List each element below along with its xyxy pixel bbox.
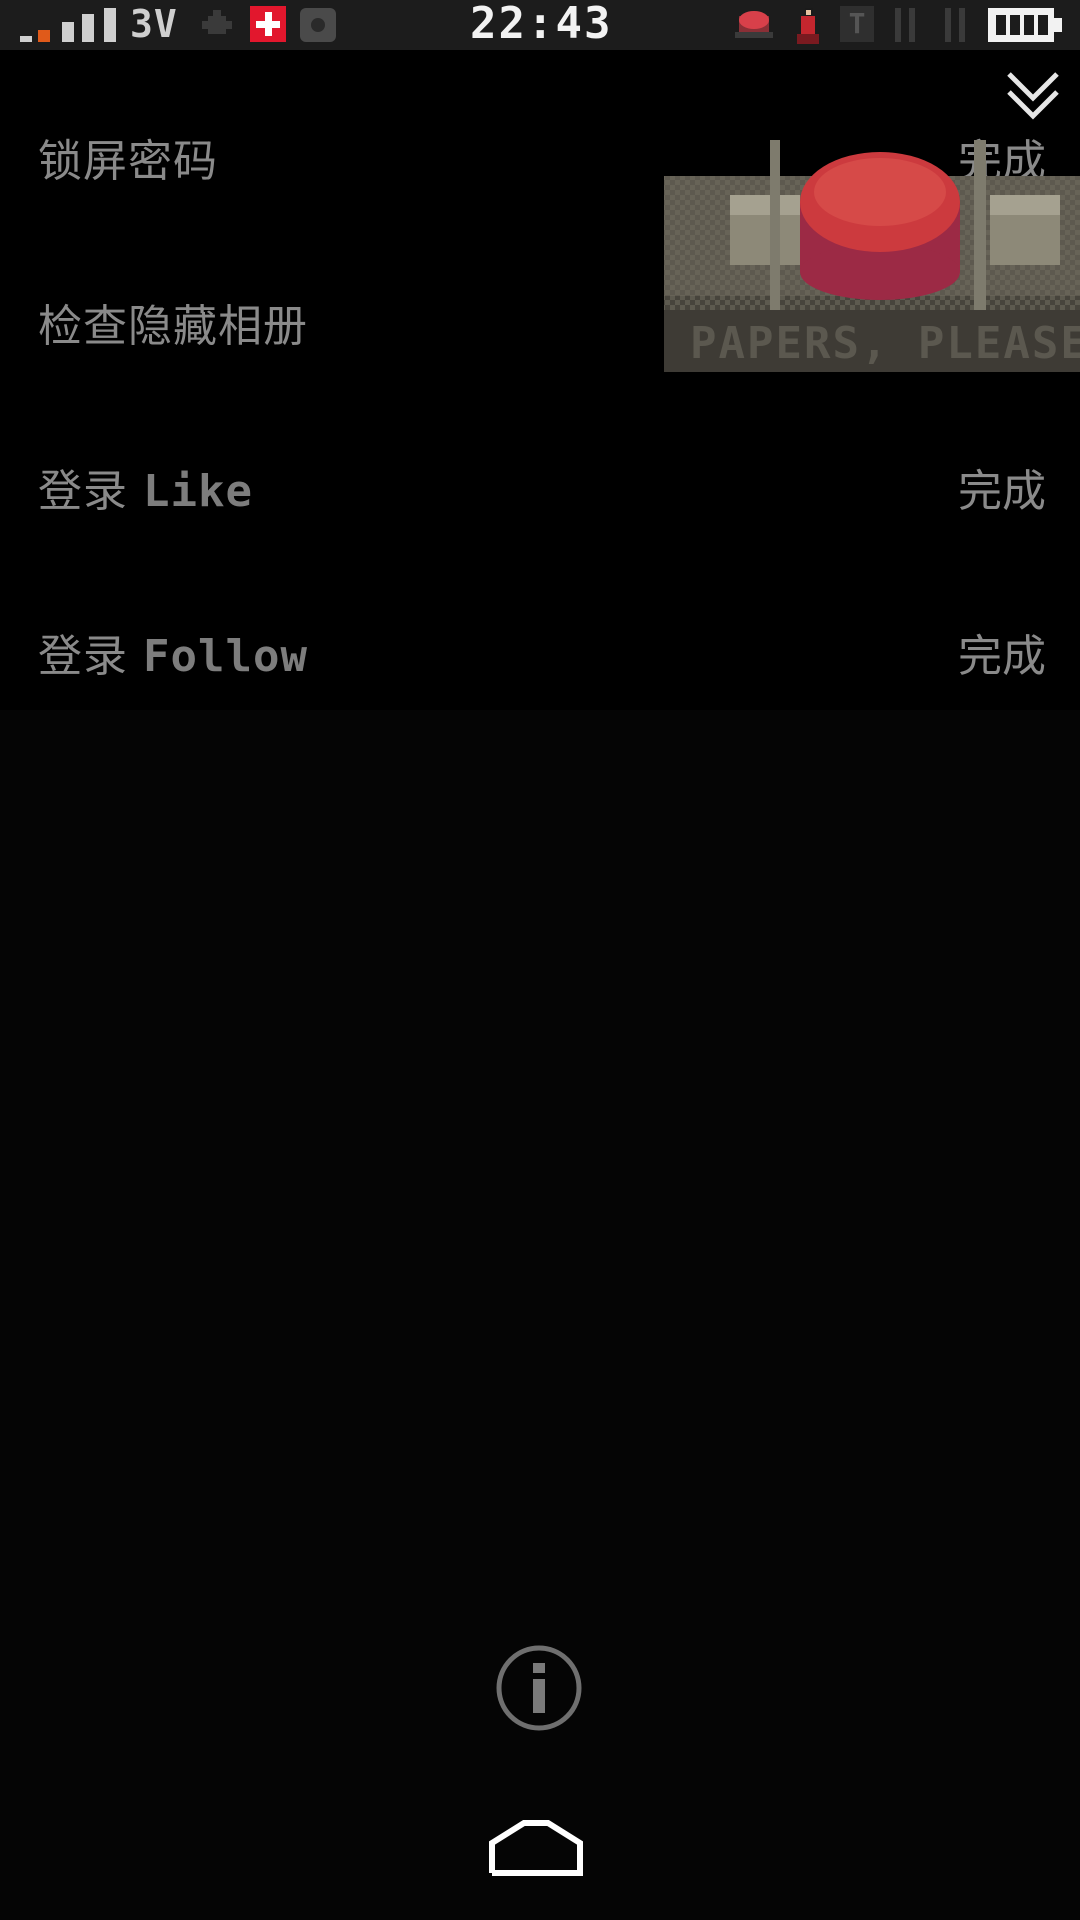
- signal-icon: [20, 8, 120, 42]
- papers-please-button-art[interactable]: PAPERS, PLEASE: [660, 140, 1080, 375]
- puzzle-icon: [202, 10, 232, 34]
- settings-item-status: 完成: [958, 631, 1046, 682]
- t-icon: T: [840, 6, 874, 42]
- status-clock: 22:43: [470, 0, 613, 49]
- settings-item-login-like[interactable]: 登录 Like 完成: [0, 433, 1080, 533]
- battery-icon: [988, 8, 1062, 42]
- settings-item-label: 检查隐藏相册: [38, 301, 308, 352]
- dim-bars-icon: [945, 8, 969, 42]
- settings-item-label: 登录 Follow: [38, 631, 308, 682]
- collapse-icon[interactable]: [1005, 68, 1061, 124]
- person-icon: [797, 8, 819, 44]
- settings-item-login-follow[interactable]: 登录 Follow 完成: [0, 598, 1080, 698]
- stamp-icon: [735, 11, 773, 38]
- settings-item-status: 完成: [958, 466, 1046, 517]
- network-type-label: 3V: [130, 2, 178, 46]
- info-icon[interactable]: [494, 1643, 584, 1733]
- dim-bars-icon: [895, 8, 919, 42]
- home-icon[interactable]: [488, 1815, 584, 1877]
- settings-item-label: 登录 Like: [38, 466, 253, 517]
- status-bar: 3V 22:43 T: [0, 0, 1080, 50]
- settings-item-label: 锁屏密码: [38, 136, 218, 187]
- game-banner-text: PAPERS, PLEASE: [690, 318, 1080, 369]
- swiss-flag-icon: [250, 6, 286, 42]
- camera-icon: [300, 8, 336, 42]
